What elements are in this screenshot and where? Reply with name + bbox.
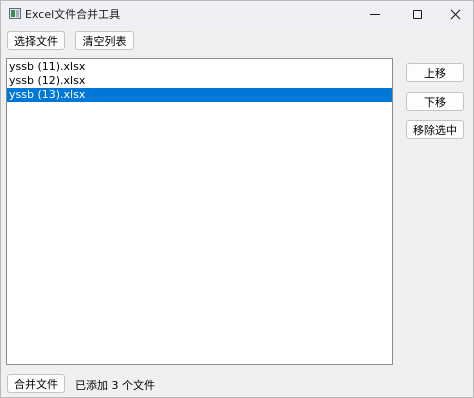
- title-bar[interactable]: Excel文件合并工具: [1, 1, 473, 27]
- close-icon: [450, 9, 461, 20]
- file-list[interactable]: yssb (11).xlsx yssb (12).xlsx yssb (13).…: [6, 58, 393, 365]
- list-item[interactable]: yssb (12).xlsx: [7, 74, 392, 88]
- minimize-button[interactable]: [357, 1, 393, 27]
- app-window: Excel文件合并工具 选择文件 清空列表 yssb (11).xlsx yss…: [0, 0, 474, 398]
- status-label: 已添加 3 个文件: [75, 379, 155, 392]
- clear-list-button[interactable]: 清空列表: [75, 31, 134, 50]
- window-title: Excel文件合并工具: [25, 8, 121, 21]
- spreadsheet-app-icon: [9, 8, 21, 19]
- minimize-icon: [370, 13, 380, 15]
- list-item-selected[interactable]: yssb (13).xlsx: [7, 88, 392, 102]
- list-item[interactable]: yssb (11).xlsx: [7, 60, 392, 74]
- maximize-icon: [412, 9, 422, 19]
- maximize-button[interactable]: [399, 1, 435, 27]
- remove-selected-button[interactable]: 移除选中: [406, 120, 464, 139]
- move-up-button[interactable]: 上移: [406, 63, 464, 82]
- move-down-button[interactable]: 下移: [406, 92, 464, 111]
- close-button[interactable]: [437, 1, 473, 27]
- select-files-button[interactable]: 选择文件: [7, 31, 65, 50]
- merge-files-button[interactable]: 合并文件: [7, 374, 65, 393]
